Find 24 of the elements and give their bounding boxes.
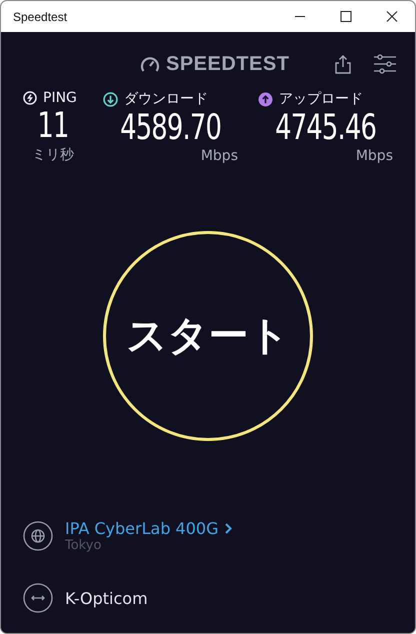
metric-unit: Mbps (356, 148, 393, 164)
metric-value: 11 (37, 106, 69, 146)
settings-icon[interactable] (373, 54, 397, 74)
window-title: Speedtest (13, 10, 68, 24)
speedtest-logo: SPEEDTEST (140, 52, 290, 76)
metric-label: PING (43, 90, 77, 106)
metric-label: ダウンロード (124, 90, 208, 108)
server-link[interactable]: IPA CyberLab 400G (65, 519, 232, 538)
metric-value: 4745.46 (275, 108, 376, 148)
upload-icon (258, 92, 273, 106)
metric-unit: ミリ秒 (32, 146, 74, 164)
ping-icon (23, 91, 37, 105)
server-location: Tokyo (65, 538, 102, 553)
download-icon (103, 92, 118, 106)
start-button[interactable]: スタート (103, 230, 313, 440)
provider-name: K-Opticom (65, 588, 148, 608)
metric-label: アップロード (279, 90, 363, 108)
gauge-icon (140, 55, 160, 73)
chevron-icon (224, 523, 232, 534)
metric-unit: Mbps (200, 148, 238, 164)
share-icon[interactable] (335, 54, 351, 74)
connection-icon (23, 583, 53, 613)
globe-icon (23, 521, 53, 551)
metric-value: 4589.70 (120, 108, 221, 148)
